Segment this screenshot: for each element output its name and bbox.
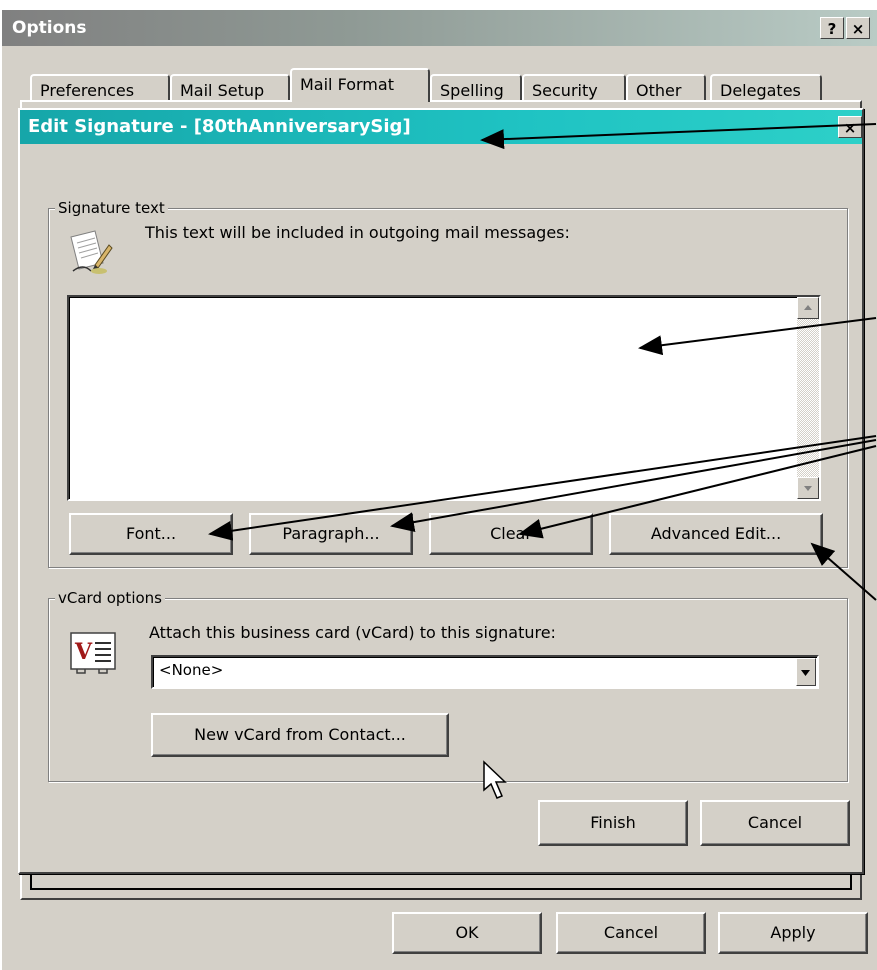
options-title: Options [12, 18, 87, 38]
advanced-edit-button[interactable]: Advanced Edit... [609, 513, 823, 555]
svg-text:V: V [74, 639, 93, 665]
font-button[interactable]: Font... [69, 513, 233, 555]
scroll-down-button[interactable] [797, 477, 819, 499]
tab-delegates[interactable]: Delegates [710, 74, 822, 102]
scroll-down-icon [804, 486, 812, 491]
options-cancel-button[interactable]: Cancel [556, 912, 706, 954]
tab-other[interactable]: Other [626, 74, 706, 102]
options-close-button[interactable]: × [846, 17, 870, 39]
edit-signature-dialog: Edit Signature - [80thAnniversarySig] × … [18, 108, 864, 874]
signature-pen-icon [65, 227, 115, 277]
scroll-up-button[interactable] [797, 297, 819, 319]
tab-mail-format[interactable]: Mail Format [290, 68, 430, 102]
vcard-dropdown-button[interactable] [796, 658, 816, 686]
vcard-description: Attach this business card (vCard) to thi… [149, 623, 556, 642]
tab-preferences[interactable]: Preferences [30, 74, 170, 102]
apply-button[interactable]: Apply [718, 912, 868, 954]
new-vcard-button[interactable]: New vCard from Contact... [151, 713, 449, 757]
vcard-options-group: vCard options V Attach this business car… [48, 589, 848, 782]
scroll-up-icon [804, 305, 812, 310]
edit-signature-cancel-button[interactable]: Cancel [700, 800, 850, 846]
signature-text-group: Signature text This text will be include… [48, 199, 848, 568]
edit-signature-close-button[interactable]: × [838, 116, 862, 138]
signature-scrollbar[interactable] [797, 297, 819, 499]
signature-text-area[interactable] [67, 295, 821, 501]
edit-signature-title: Edit Signature - [80thAnniversarySig] [28, 116, 411, 137]
signature-description: This text will be included in outgoing m… [145, 223, 570, 242]
chevron-down-icon [801, 670, 810, 676]
finish-button[interactable]: Finish [538, 800, 688, 846]
vcard-options-group-label: vCard options [55, 589, 165, 607]
help-button[interactable]: ? [820, 17, 844, 39]
vcard-select[interactable]: <None> [151, 655, 819, 689]
vcard-icon: V [69, 631, 119, 675]
ok-button[interactable]: OK [392, 912, 542, 954]
tab-spelling[interactable]: Spelling [430, 74, 522, 102]
vcard-select-value: <None> [159, 661, 224, 679]
tab-security[interactable]: Security [522, 74, 626, 102]
tab-mail-setup[interactable]: Mail Setup [170, 74, 290, 102]
options-title-bar[interactable]: Options ? × [2, 10, 877, 46]
edit-signature-title-bar[interactable]: Edit Signature - [80thAnniversarySig] × [20, 110, 862, 144]
clear-button[interactable]: Clear [429, 513, 593, 555]
paragraph-button[interactable]: Paragraph... [249, 513, 413, 555]
signature-text-group-label: Signature text [55, 199, 168, 217]
